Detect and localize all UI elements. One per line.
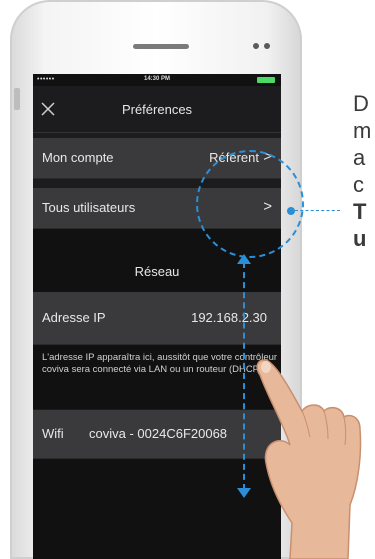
callout-dot [287, 207, 295, 215]
side-text-line: T [353, 199, 367, 224]
highlight-circle [196, 150, 304, 258]
side-text-line: c [353, 172, 364, 197]
battery-icon [257, 77, 275, 83]
speaker-grille [133, 44, 189, 49]
side-button [14, 88, 20, 110]
callout-line [295, 210, 340, 211]
side-text-line: u [353, 226, 367, 251]
side-text-line: m [353, 118, 372, 143]
scroll-indicator-line [243, 262, 245, 490]
status-time: 14:30 PM [143, 76, 170, 82]
arrow-down-icon [237, 488, 251, 498]
side-text-line: D [353, 91, 369, 116]
row-users-label: Tous utilisateurs [42, 200, 136, 215]
ip-value: 192.168.2.30 [191, 310, 267, 325]
side-text-line: a [353, 145, 366, 170]
status-bar: •••••• 14:30 PM [33, 74, 281, 86]
nav-bar: Préférences [33, 86, 281, 133]
sensor [264, 43, 270, 49]
row-account-label: Mon compte [42, 150, 114, 165]
hand-icon [256, 359, 362, 559]
wifi-label: Wifi [42, 426, 64, 441]
side-description: D m a c T u [353, 90, 375, 252]
page-title: Préférences [121, 102, 193, 117]
front-camera [253, 43, 259, 49]
wifi-value: coviva - 0024C6F20068 [89, 426, 228, 441]
ip-label: Adresse IP [42, 310, 106, 325]
